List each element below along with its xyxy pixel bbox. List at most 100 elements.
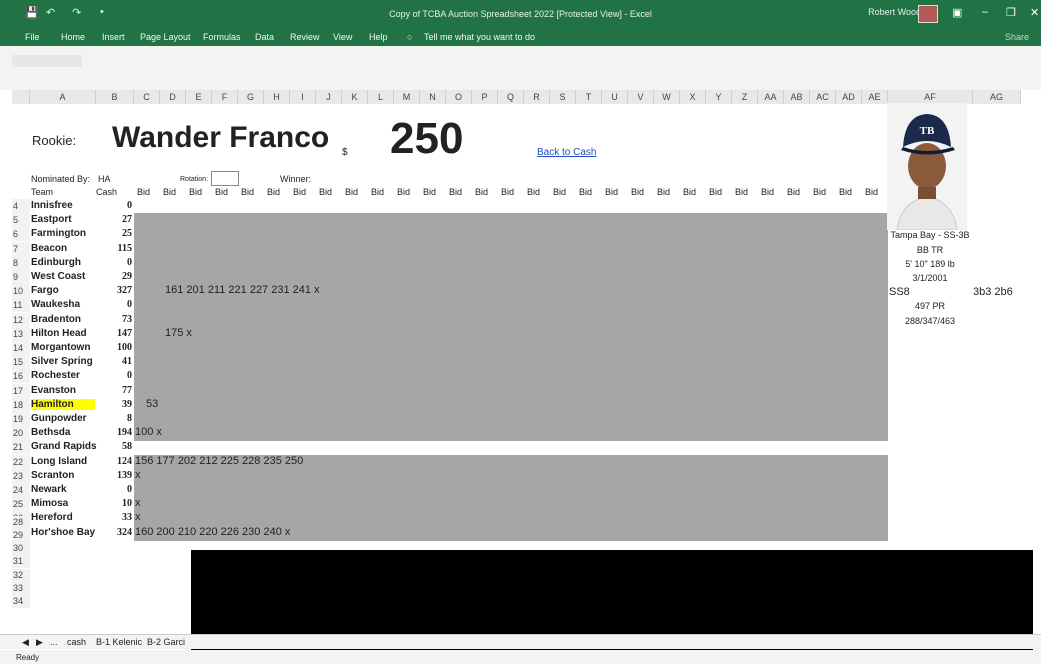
row-header[interactable]: 25 [12,497,30,512]
row-header[interactable]: 32 [12,568,30,582]
share-button[interactable]: Share [1005,32,1029,42]
column-header-a[interactable]: A [30,90,96,104]
tab-data[interactable]: Data [255,32,274,42]
team-cash: 327 [117,285,132,297]
row-header[interactable]: 33 [12,581,30,595]
sheet-tab-b2[interactable]: B-2 Garci [147,637,185,647]
column-header-o[interactable]: O [446,90,472,104]
row-header[interactable]: 12 [12,312,30,327]
column-header-ab[interactable]: AB [784,90,810,104]
column-header-z[interactable]: Z [732,90,758,104]
row-header[interactable]: 20 [12,426,30,441]
bid-history: x [135,468,141,481]
column-header-v[interactable]: V [628,90,654,104]
column-header-af[interactable]: AF [888,90,973,104]
column-header-n[interactable]: N [420,90,446,104]
row-header[interactable]: 16 [12,369,30,384]
row-header[interactable]: 6 [12,227,30,242]
tab-formulas[interactable]: Formulas [203,32,241,42]
rotation-input[interactable] [211,171,239,186]
player-team-position: Tampa Bay - SS-3B [890,230,970,240]
row-header[interactable]: 31 [12,555,30,569]
tab-insert[interactable]: Insert [102,32,125,42]
column-header-x[interactable]: X [680,90,706,104]
column-header-i[interactable]: I [290,90,316,104]
row-header[interactable]: 10 [12,284,30,299]
row-header[interactable]: 8 [12,255,30,270]
column-header-ac[interactable]: AC [810,90,836,104]
team-name: Scranton [31,469,75,481]
column-header-f[interactable]: F [212,90,238,104]
team-name: Eastport [31,214,72,226]
sheet-tab-cash[interactable]: cash [67,637,86,647]
row-header[interactable]: 23 [12,468,30,483]
column-header-u[interactable]: U [602,90,628,104]
tab-review[interactable]: Review [290,32,320,42]
prev-sheet-icon[interactable]: ◀ [22,637,29,648]
row-header[interactable]: 5 [12,213,30,228]
row-header[interactable]: 22 [12,454,30,469]
column-header-ae[interactable]: AE [862,90,888,104]
row-header[interactable]: 34 [12,595,30,608]
team-name: Grand Rapids [31,441,97,453]
column-header-g[interactable]: G [238,90,264,104]
column-header-q[interactable]: Q [498,90,524,104]
dollar-sign: $ [342,147,348,158]
row-header[interactable]: 13 [12,326,30,341]
column-header-ad[interactable]: AD [836,90,862,104]
team-name: Hereford [31,512,73,524]
row-header[interactable]: 15 [12,355,30,370]
column-header-j[interactable]: J [316,90,342,104]
column-header-r[interactable]: R [524,90,550,104]
next-sheet-icon[interactable]: ▶ [36,637,43,648]
row-header[interactable]: 4 [12,199,30,213]
row-header[interactable]: 24 [12,483,30,497]
bid-column-header: Bid [449,187,463,197]
column-header-m[interactable]: M [394,90,420,104]
column-header-s[interactable]: S [550,90,576,104]
tell-me-box[interactable]: Tell me what you want to do [424,32,535,42]
ribbon-display-icon[interactable]: ▣ [952,6,962,19]
column-header-aa[interactable]: AA [758,90,784,104]
column-header-y[interactable]: Y [706,90,732,104]
row-header[interactable]: 30 [12,542,30,556]
select-all-corner[interactable] [12,90,30,104]
column-header-c[interactable]: C [134,90,160,104]
minimize-icon[interactable]: – [982,6,988,18]
tab-page-layout[interactable]: Page Layout [140,32,191,42]
row-header[interactable]: 11 [12,298,30,313]
row-header[interactable]: 14 [12,341,30,355]
sheet-tab-b1[interactable]: B-1 Kelenic [96,637,142,647]
column-header-p[interactable]: P [472,90,498,104]
row-header[interactable]: 18 [12,397,30,412]
user-avatar[interactable] [918,5,938,23]
row-header[interactable]: 19 [12,412,30,426]
column-header-w[interactable]: W [654,90,680,104]
column-header-ag[interactable]: AG [973,90,1021,104]
tab-view[interactable]: View [333,32,352,42]
row-header[interactable]: 9 [12,270,30,284]
row-header[interactable]: 21 [12,440,30,455]
row-header[interactable]: 29 [12,529,30,542]
row-header[interactable]: 28 [12,515,30,529]
row-header[interactable]: 7 [12,241,30,256]
tab-file[interactable]: File [25,32,40,42]
column-header-e[interactable]: E [186,90,212,104]
name-box[interactable] [12,55,82,67]
close-icon[interactable]: ✕ [1030,6,1039,19]
column-header-b[interactable]: B [96,90,134,104]
team-name: Bradenton [31,313,81,325]
back-to-cash-link[interactable]: Back to Cash [537,147,596,158]
column-header-d[interactable]: D [160,90,186,104]
column-header-t[interactable]: T [576,90,602,104]
tab-home[interactable]: Home [61,32,85,42]
user-name[interactable]: Robert Wood [868,7,921,17]
restore-icon[interactable]: ❐ [1006,6,1016,19]
column-header-k[interactable]: K [342,90,368,104]
column-header-l[interactable]: L [368,90,394,104]
bid-column-header: Bid [319,187,333,197]
tab-help[interactable]: Help [369,32,388,42]
column-header-h[interactable]: H [264,90,290,104]
row-header[interactable]: 17 [12,383,30,398]
sheet-tab-more[interactable]: ... [50,637,58,647]
